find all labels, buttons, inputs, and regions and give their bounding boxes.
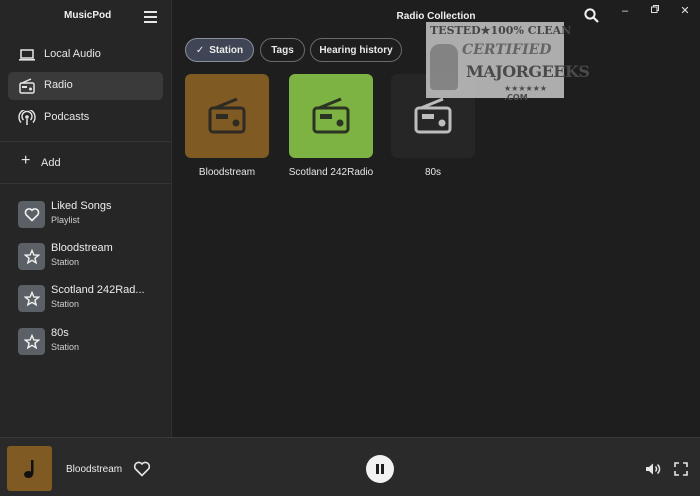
pause-icon xyxy=(381,464,384,474)
check-icon: ✓ xyxy=(195,44,205,56)
station-label: Bloodstream xyxy=(198,167,256,178)
volume-icon[interactable] xyxy=(644,460,662,478)
player-bar: Bloodstream xyxy=(0,437,700,496)
majorgeeks-badge: TESTED★100% CLEAN CERTIFIED MAJORGEEKS ★… xyxy=(426,22,590,102)
library-item-title: Liked Songs xyxy=(51,200,112,212)
add-label: Add xyxy=(41,157,61,169)
chip-label: Station xyxy=(209,44,244,56)
star-icon xyxy=(18,285,45,312)
sidebar-item-label: Podcasts xyxy=(44,111,90,123)
station-label: Scotland 242Radio xyxy=(288,167,374,178)
chip-label: Tags xyxy=(271,44,294,56)
sidebar-item-podcasts[interactable]: Podcasts xyxy=(8,104,163,132)
radio-icon xyxy=(208,97,246,134)
library-item-subtitle: Station xyxy=(51,342,80,352)
minimize-icon[interactable]: – xyxy=(616,4,634,18)
station-label: 80s xyxy=(424,167,442,178)
app-title: MusicPod xyxy=(64,10,112,21)
badge-figure xyxy=(430,44,458,90)
sidebar-item-local-audio[interactable]: Local Audio xyxy=(8,41,163,69)
star-icon xyxy=(18,243,45,270)
radio-icon xyxy=(414,97,452,134)
chip-station[interactable]: ✓ Station xyxy=(185,38,254,62)
radio-icon xyxy=(19,78,35,94)
chip-label: Hearing history xyxy=(319,44,393,56)
sidebar-divider xyxy=(0,141,171,142)
library-item-title: 80s xyxy=(51,327,69,339)
sidebar-item-label: Radio xyxy=(44,79,73,91)
library-item-subtitle: Station xyxy=(51,299,80,309)
sidebar-header: MusicPod xyxy=(0,0,172,34)
music-note-icon[interactable] xyxy=(7,446,52,491)
radio-icon xyxy=(312,97,350,134)
badge-line2: CERTIFIED xyxy=(462,42,552,58)
station-card-bloodstream[interactable] xyxy=(185,74,269,158)
chip-tags[interactable]: Tags xyxy=(260,38,305,62)
close-icon[interactable]: ✕ xyxy=(676,4,694,18)
library-item-subtitle: Playlist xyxy=(51,215,80,225)
sidebar-divider xyxy=(0,183,171,184)
add-button[interactable]: + Add xyxy=(8,150,163,176)
podcast-icon xyxy=(18,110,36,125)
sidebar: MusicPod Local Audio Radio Podcasts + Ad… xyxy=(0,0,172,437)
badge-line3: MAJORGEEKS xyxy=(466,62,590,81)
pause-button[interactable] xyxy=(366,455,394,483)
sidebar-item-radio[interactable]: Radio xyxy=(8,72,163,100)
fullscreen-icon[interactable] xyxy=(673,461,689,477)
library-item-scotland[interactable]: Scotland 242Rad... Station xyxy=(8,280,163,318)
badge-line4: ★★★★★★ .COM xyxy=(504,84,548,102)
station-card-scotland[interactable] xyxy=(289,74,373,158)
library-item-bloodstream[interactable]: Bloodstream Station xyxy=(8,238,163,276)
library-item-80s[interactable]: 80s Station xyxy=(8,323,163,361)
library-item-liked-songs[interactable]: Liked Songs Playlist xyxy=(8,196,163,234)
sidebar-item-label: Local Audio xyxy=(44,48,101,60)
chip-hearing-history[interactable]: Hearing history xyxy=(310,38,402,62)
library-item-title: Scotland 242Rad... xyxy=(51,284,145,296)
app-window: MusicPod Local Audio Radio Podcasts + Ad… xyxy=(0,0,700,496)
now-playing-title: Bloodstream xyxy=(66,464,123,475)
search-icon[interactable] xyxy=(583,7,601,25)
library-item-subtitle: Station xyxy=(51,257,80,267)
menu-icon[interactable] xyxy=(141,7,161,27)
pause-icon xyxy=(376,464,379,474)
plus-icon: + xyxy=(21,152,31,169)
heart-icon xyxy=(18,201,45,228)
restore-icon[interactable] xyxy=(646,4,664,18)
library-item-title: Bloodstream xyxy=(51,242,113,254)
laptop-icon xyxy=(19,49,35,61)
heart-icon[interactable] xyxy=(133,460,151,478)
badge-line1: TESTED★100% CLEAN xyxy=(430,24,572,37)
star-icon xyxy=(18,328,45,355)
